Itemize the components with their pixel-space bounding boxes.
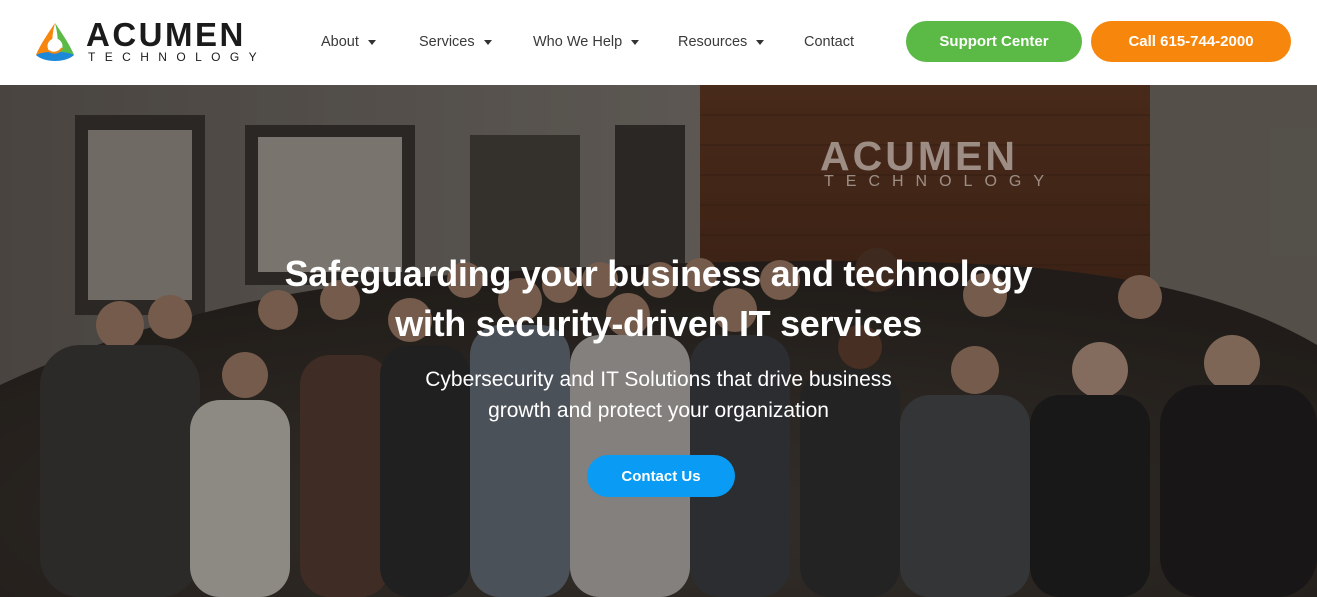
wall-sign-tagline: TECHNOLOGY: [824, 173, 1057, 190]
chevron-down-icon: [367, 39, 376, 45]
nav-item-services[interactable]: Services: [419, 31, 492, 53]
nav-item-about[interactable]: About: [321, 31, 376, 53]
wall-sign: ACUMEN TECHNOLOGY: [780, 133, 1060, 193]
site-header: ACUMEN TECHNOLOGY About Services Who We …: [0, 0, 1317, 85]
nav-item-resources[interactable]: Resources: [678, 31, 765, 53]
hero-headline: Safeguarding your business and technolog…: [0, 249, 1317, 349]
nav-item-label: Resources: [678, 34, 748, 50]
hero-sub-line2: growth and protect your organization: [488, 399, 829, 422]
hero-headline-line2: with security-driven IT services: [395, 303, 922, 344]
contact-us-button[interactable]: Contact Us: [587, 455, 735, 497]
hero-headline-line1: Safeguarding your business and technolog…: [284, 253, 1033, 294]
chevron-down-icon: [756, 39, 765, 45]
support-center-button[interactable]: Support Center: [906, 21, 1082, 62]
nav-item-label: Contact: [804, 34, 854, 50]
chevron-down-icon: [631, 39, 640, 45]
hero-section: ACUMEN TECHNOLOGY Safeguarding your busi…: [0, 85, 1317, 597]
hero-subheading: Cybersecurity and IT Solutions that driv…: [0, 364, 1317, 426]
nav-item-label: Services: [419, 34, 475, 50]
call-phone-button[interactable]: Call 615-744-2000: [1091, 21, 1291, 62]
chevron-down-icon: [483, 39, 492, 45]
nav-item-contact[interactable]: Contact: [804, 31, 854, 53]
nav-item-label: About: [321, 34, 359, 50]
nav-item-label: Who We Help: [533, 34, 623, 50]
hero-sub-line1: Cybersecurity and IT Solutions that driv…: [425, 368, 892, 391]
nav-item-who-we-help[interactable]: Who We Help: [533, 31, 640, 53]
